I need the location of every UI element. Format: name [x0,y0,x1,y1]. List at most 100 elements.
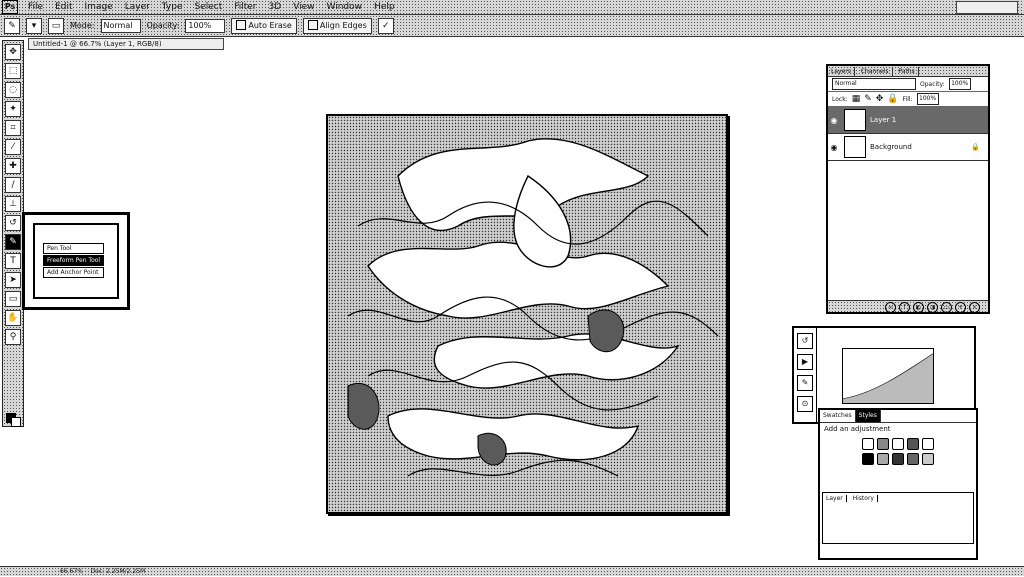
layers-lock-row: Lock: ▦ ✎ ✥ 🔒 Fill: 100% [828,92,988,107]
zoom-level[interactable]: 66.67% [60,568,83,575]
align-edges-label: Align Edges [319,20,367,30]
document-tab[interactable]: Untitled-1 @ 66.7% (Layer 1, RGB/8) [28,38,224,50]
clone-source-icon[interactable]: ⊙ [797,396,813,412]
fill-field[interactable]: 100% [916,93,939,105]
lock-transparency-icon[interactable]: ▦ [852,94,861,104]
shape-layers-icon[interactable]: ▭ [48,17,64,34]
layer-name: Layer 1 [870,116,897,124]
type-tool-icon[interactable]: T [5,253,21,269]
workspace-switcher[interactable] [956,1,1018,14]
shape-tool-icon[interactable]: ▭ [5,291,21,307]
styles-lower-area: Layer History [822,492,974,544]
layers-opacity-field[interactable]: 100% [948,78,971,90]
style-swatch[interactable] [922,438,934,450]
flyout-item-add-anchor-point[interactable]: Add Anchor Point [43,267,104,278]
move-tool-icon[interactable]: ✥ [5,44,21,60]
tab-history[interactable]: History [850,495,878,502]
opacity-field[interactable]: 100% [185,18,226,33]
styles-panel: Swatches Styles Add an adjustment Layer … [818,408,978,560]
style-swatch[interactable] [922,453,934,465]
tab-paths[interactable]: Paths [895,67,919,77]
style-swatch[interactable] [907,453,919,465]
adjustments-side-icons: ↺ ▶ ✎ ⊙ [794,328,817,422]
crop-tool-icon[interactable]: ⌗ [5,120,21,136]
layers-panel: Layers Channels Paths Normal Opacity: 10… [826,64,990,314]
adjustment-layer-icon[interactable]: ◑ [927,302,938,313]
delete-layer-icon[interactable]: × [969,302,980,313]
flyout-item-pen-tool[interactable]: Pen Tool [43,243,104,254]
menu-edit[interactable]: Edit [49,2,78,12]
menu-image[interactable]: Image [79,2,119,12]
gradient-preview [842,348,934,404]
menu-3d[interactable]: 3D [263,2,288,12]
brush-presets-icon[interactable]: ✎ [797,375,813,391]
styles-header: Add an adjustment [824,425,891,433]
layer-style-icon[interactable]: f [899,302,910,313]
tab-swatches[interactable]: Swatches [820,410,856,422]
style-swatch[interactable] [907,438,919,450]
visibility-eye-icon[interactable]: ◉ [828,143,840,152]
style-swatch[interactable] [877,453,889,465]
menu-help[interactable]: Help [368,2,401,12]
style-swatch[interactable] [877,438,889,450]
path-select-tool-icon[interactable]: ➤ [5,272,21,288]
menu-filter[interactable]: Filter [228,2,262,12]
link-layers-icon[interactable]: ∞ [885,302,896,313]
layers-panel-tabs: Layers Channels Paths [828,66,988,77]
style-swatch[interactable] [892,453,904,465]
zoom-tool-icon[interactable]: ⚲ [5,329,21,345]
new-layer-icon[interactable]: + [955,302,966,313]
style-swatch[interactable] [862,438,874,450]
align-edges-checkbox[interactable] [307,20,318,30]
new-group-icon[interactable]: ▭ [941,302,952,313]
history-icon[interactable]: ↺ [797,333,813,349]
hand-tool-icon[interactable]: ✋ [5,310,21,326]
menu-select[interactable]: Select [188,2,228,12]
brush-tool-icon[interactable]: ∕ [5,177,21,193]
menu-window[interactable]: Window [321,2,369,12]
eyedropper-tool-icon[interactable]: ⁄ [5,139,21,155]
check-icon[interactable]: ✓ [377,17,394,34]
status-bar: 66.67% Doc: 2.25M/2.25M [0,566,1024,576]
layer-thumbnail [844,109,866,131]
fill-label: Fill: [902,95,913,103]
pen-tool-active-icon[interactable]: ✎ [5,234,21,250]
background-color-swatch[interactable] [11,417,21,427]
auto-erase-toggle[interactable]: Auto Erase [231,17,297,34]
blend-mode-select[interactable]: Normal [832,78,916,90]
quick-select-tool-icon[interactable]: ✦ [5,101,21,117]
menu-view[interactable]: View [287,2,320,12]
pen-tool-icon[interactable]: ✎ [4,17,20,34]
layer-mask-icon[interactable]: ◐ [913,302,924,313]
align-edges-toggle[interactable]: Align Edges [302,17,372,34]
lock-label: Lock: [832,95,848,103]
styles-panel-tabs: Swatches Styles [820,410,976,423]
style-swatch[interactable] [892,438,904,450]
mode-select[interactable]: Normal [100,18,141,33]
flyout-item-freeform-pen-tool[interactable]: Freeform Pen Tool [43,255,104,266]
menu-layer[interactable]: Layer [119,2,156,12]
layer-row[interactable]: ◉ Layer 1 [828,107,988,134]
healing-brush-tool-icon[interactable]: ✚ [5,158,21,174]
layer-row[interactable]: ◉ Background 🔒 [828,134,988,161]
menu-type[interactable]: Type [156,2,189,12]
marquee-tool-icon[interactable]: ⬚ [5,63,21,79]
tab-layers[interactable]: Layers [828,67,855,77]
lock-all-icon[interactable]: 🔒 [887,94,898,104]
photoshop-logo: Ps [2,0,18,14]
tab-layer-comps[interactable]: Layer [823,495,847,502]
clone-stamp-tool-icon[interactable]: ⊥ [5,196,21,212]
tab-styles[interactable]: Styles [855,410,881,422]
lasso-tool-icon[interactable]: ◌ [5,82,21,98]
tool-preset-icon[interactable]: ▾ [26,17,42,34]
history-brush-tool-icon[interactable]: ↺ [5,215,21,231]
document-canvas[interactable] [326,114,728,514]
menu-file[interactable]: File [22,2,49,12]
lock-image-icon[interactable]: ✎ [864,94,872,104]
visibility-eye-icon[interactable]: ◉ [828,116,840,125]
style-swatch[interactable] [862,453,874,465]
lock-position-icon[interactable]: ✥ [876,94,884,104]
tab-channels[interactable]: Channels [858,67,893,77]
actions-icon[interactable]: ▶ [797,354,813,370]
auto-erase-checkbox[interactable] [236,20,247,30]
